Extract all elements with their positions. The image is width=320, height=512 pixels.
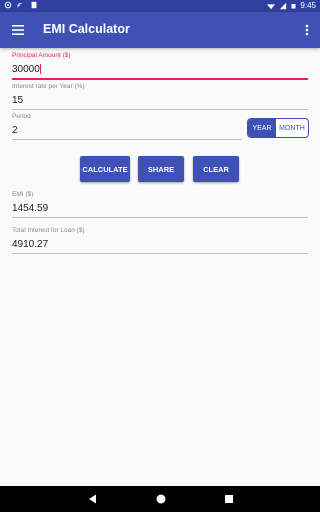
period-unit-toggle: YEAR MONTH: [247, 118, 309, 138]
period-label: Period: [12, 113, 31, 120]
period-field[interactable]: Period 2: [12, 113, 242, 140]
principal-underline: [12, 78, 308, 80]
emi-field[interactable]: EMI ($) 1454.59: [12, 191, 308, 218]
back-icon[interactable]: [87, 493, 99, 505]
interest-input[interactable]: 15: [12, 95, 308, 107]
home-icon[interactable]: [155, 493, 167, 505]
period-input[interactable]: 2: [12, 125, 242, 137]
interest-underline: [12, 109, 308, 110]
status-time: 9:45: [300, 1, 316, 10]
clear-button[interactable]: CLEAR: [193, 156, 239, 182]
interest-field[interactable]: Interest rate per Year (%) 15: [12, 83, 308, 110]
calculate-button[interactable]: CALCULATE: [80, 156, 130, 182]
recent-apps-icon[interactable]: [223, 493, 235, 505]
emi-label: EMI ($): [12, 191, 34, 198]
total-interest-underline: [12, 253, 308, 254]
battery-icon: [291, 3, 296, 8]
principal-input[interactable]: 30000: [12, 64, 308, 76]
period-underline: [12, 139, 242, 140]
total-interest-value[interactable]: 4910.27: [12, 239, 308, 251]
sim-icon: [31, 1, 37, 9]
wifi-icon: [267, 3, 276, 9]
toggle-year[interactable]: YEAR: [248, 119, 276, 137]
signal-icon: [280, 2, 287, 9]
emi-underline: [12, 217, 308, 218]
sync-icon: [4, 1, 12, 9]
share-button[interactable]: SHARE: [138, 156, 184, 182]
hamburger-menu-icon[interactable]: [9, 21, 27, 39]
principal-field[interactable]: Principal Amount ($) 30000: [12, 52, 308, 80]
toggle-month[interactable]: MONTH: [276, 119, 308, 137]
principal-label: Principal Amount ($): [12, 52, 71, 59]
app-bar: EMI Calculator: [0, 12, 320, 48]
interest-label: Interest rate per Year (%): [12, 83, 85, 90]
emi-value[interactable]: 1454.59: [12, 203, 308, 215]
more-vert-icon[interactable]: [302, 21, 312, 39]
text-caret: [40, 64, 42, 75]
navigation-bar: [0, 486, 320, 512]
cast-icon: [17, 3, 22, 8]
principal-value: 30000: [12, 64, 40, 75]
total-interest-field[interactable]: Total Interest for Loan ($) 4910.27: [12, 227, 308, 254]
app-title: EMI Calculator: [43, 22, 130, 36]
status-bar: 9:45: [0, 0, 320, 12]
total-interest-label: Total Interest for Loan ($): [12, 227, 85, 234]
